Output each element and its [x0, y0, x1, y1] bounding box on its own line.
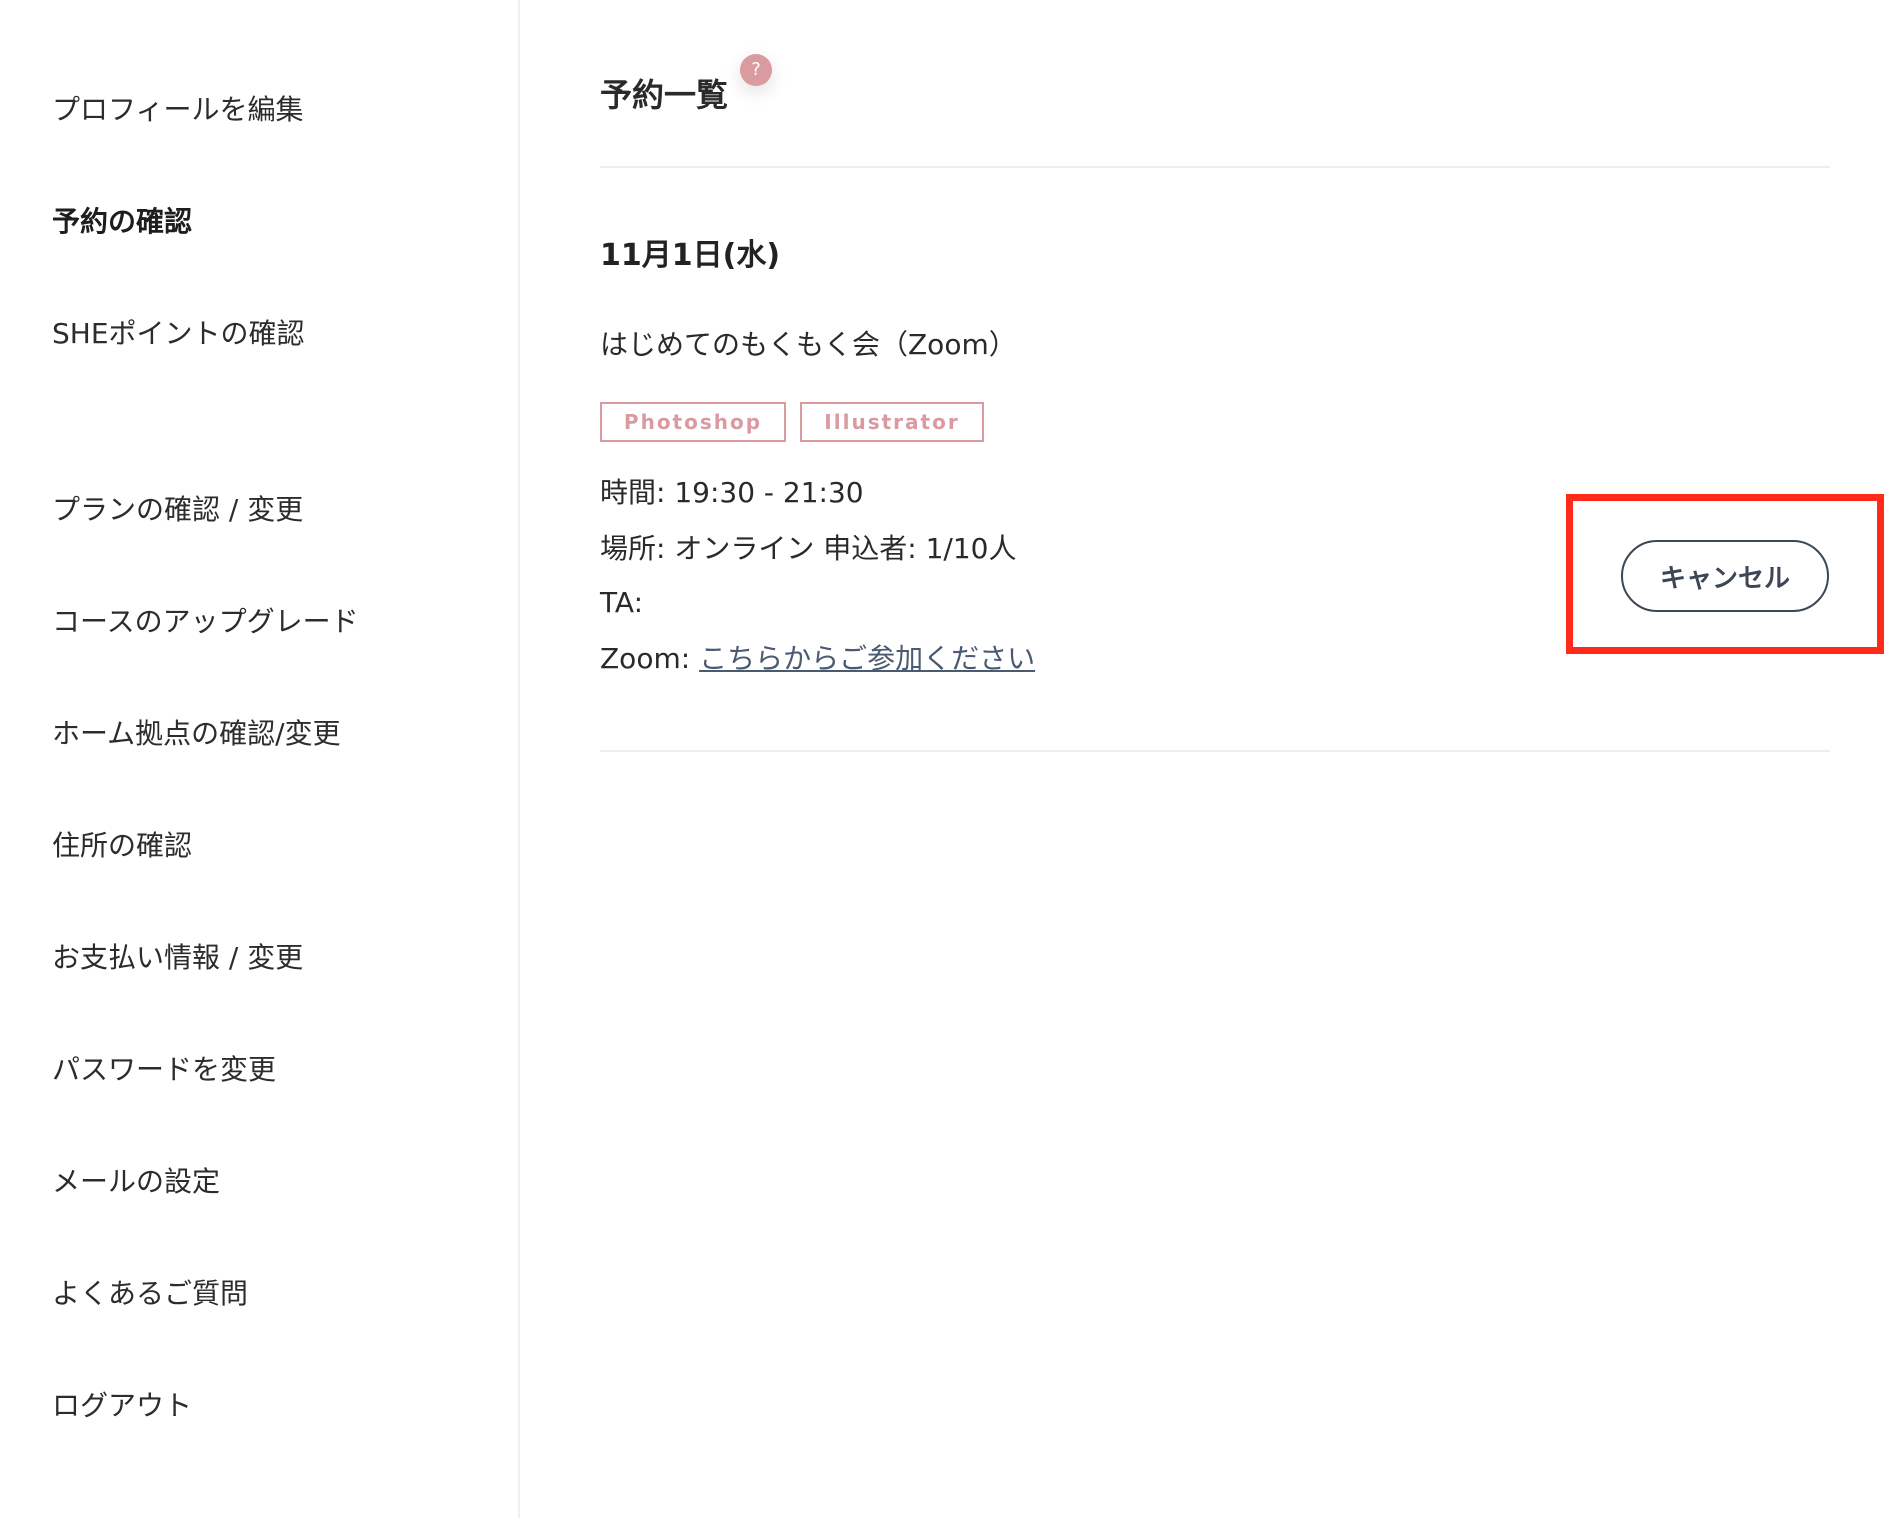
- tag-photoshop: Photoshop: [600, 402, 786, 442]
- cancel-button[interactable]: キャンセル: [1621, 540, 1829, 612]
- sidebar: プロフィールを編集 予約の確認 SHEポイントの確認 プランの確認 / 変更 コ…: [0, 0, 520, 1518]
- zoom-join-link[interactable]: こちらからご参加ください: [699, 642, 1035, 675]
- sidebar-item-payment[interactable]: お支払い情報 / 変更: [52, 940, 303, 976]
- divider: [600, 750, 1830, 752]
- sidebar-item-home-base[interactable]: ホーム拠点の確認/変更: [52, 716, 341, 752]
- page-title: 予約一覧: [600, 76, 729, 114]
- reservation-title: はじめてのもくもく会（Zoom）: [600, 328, 1017, 361]
- sidebar-item-address[interactable]: 住所の確認: [52, 828, 192, 864]
- zoom-label: Zoom:: [600, 642, 700, 675]
- sidebar-item-she-points[interactable]: SHEポイントの確認: [52, 316, 305, 352]
- sidebar-item-reservations[interactable]: 予約の確認: [52, 204, 192, 240]
- sidebar-item-logout[interactable]: ログアウト: [52, 1388, 192, 1424]
- tag-illustrator: Illustrator: [800, 402, 984, 442]
- reservation-date: 11月1日(水): [600, 238, 781, 273]
- page: プロフィールを編集 予約の確認 SHEポイントの確認 プランの確認 / 変更 コ…: [0, 0, 1900, 1518]
- reservation-time: 時間: 19:30 - 21:30: [600, 476, 864, 509]
- reservation-ta: TA:: [600, 586, 644, 619]
- reservation-place: 場所: オンライン 申込者: 1/10人: [600, 532, 1017, 565]
- sidebar-item-plan[interactable]: プランの確認 / 変更: [52, 492, 303, 528]
- sidebar-item-email-settings[interactable]: メールの設定: [52, 1164, 220, 1200]
- main-content: 予約一覧 ? 11月1日(水) はじめてのもくもく会（Zoom） Photosh…: [600, 0, 1830, 1518]
- sidebar-item-password[interactable]: パスワードを変更: [52, 1052, 276, 1088]
- sidebar-item-course-upgrade[interactable]: コースのアップグレード: [52, 604, 359, 640]
- sidebar-item-faq[interactable]: よくあるご質問: [52, 1276, 248, 1312]
- divider: [600, 166, 1830, 168]
- help-icon[interactable]: ?: [740, 54, 772, 86]
- sidebar-item-edit-profile[interactable]: プロフィールを編集: [52, 92, 303, 128]
- reservation-zoom: Zoom: こちらからご参加ください: [600, 640, 1035, 678]
